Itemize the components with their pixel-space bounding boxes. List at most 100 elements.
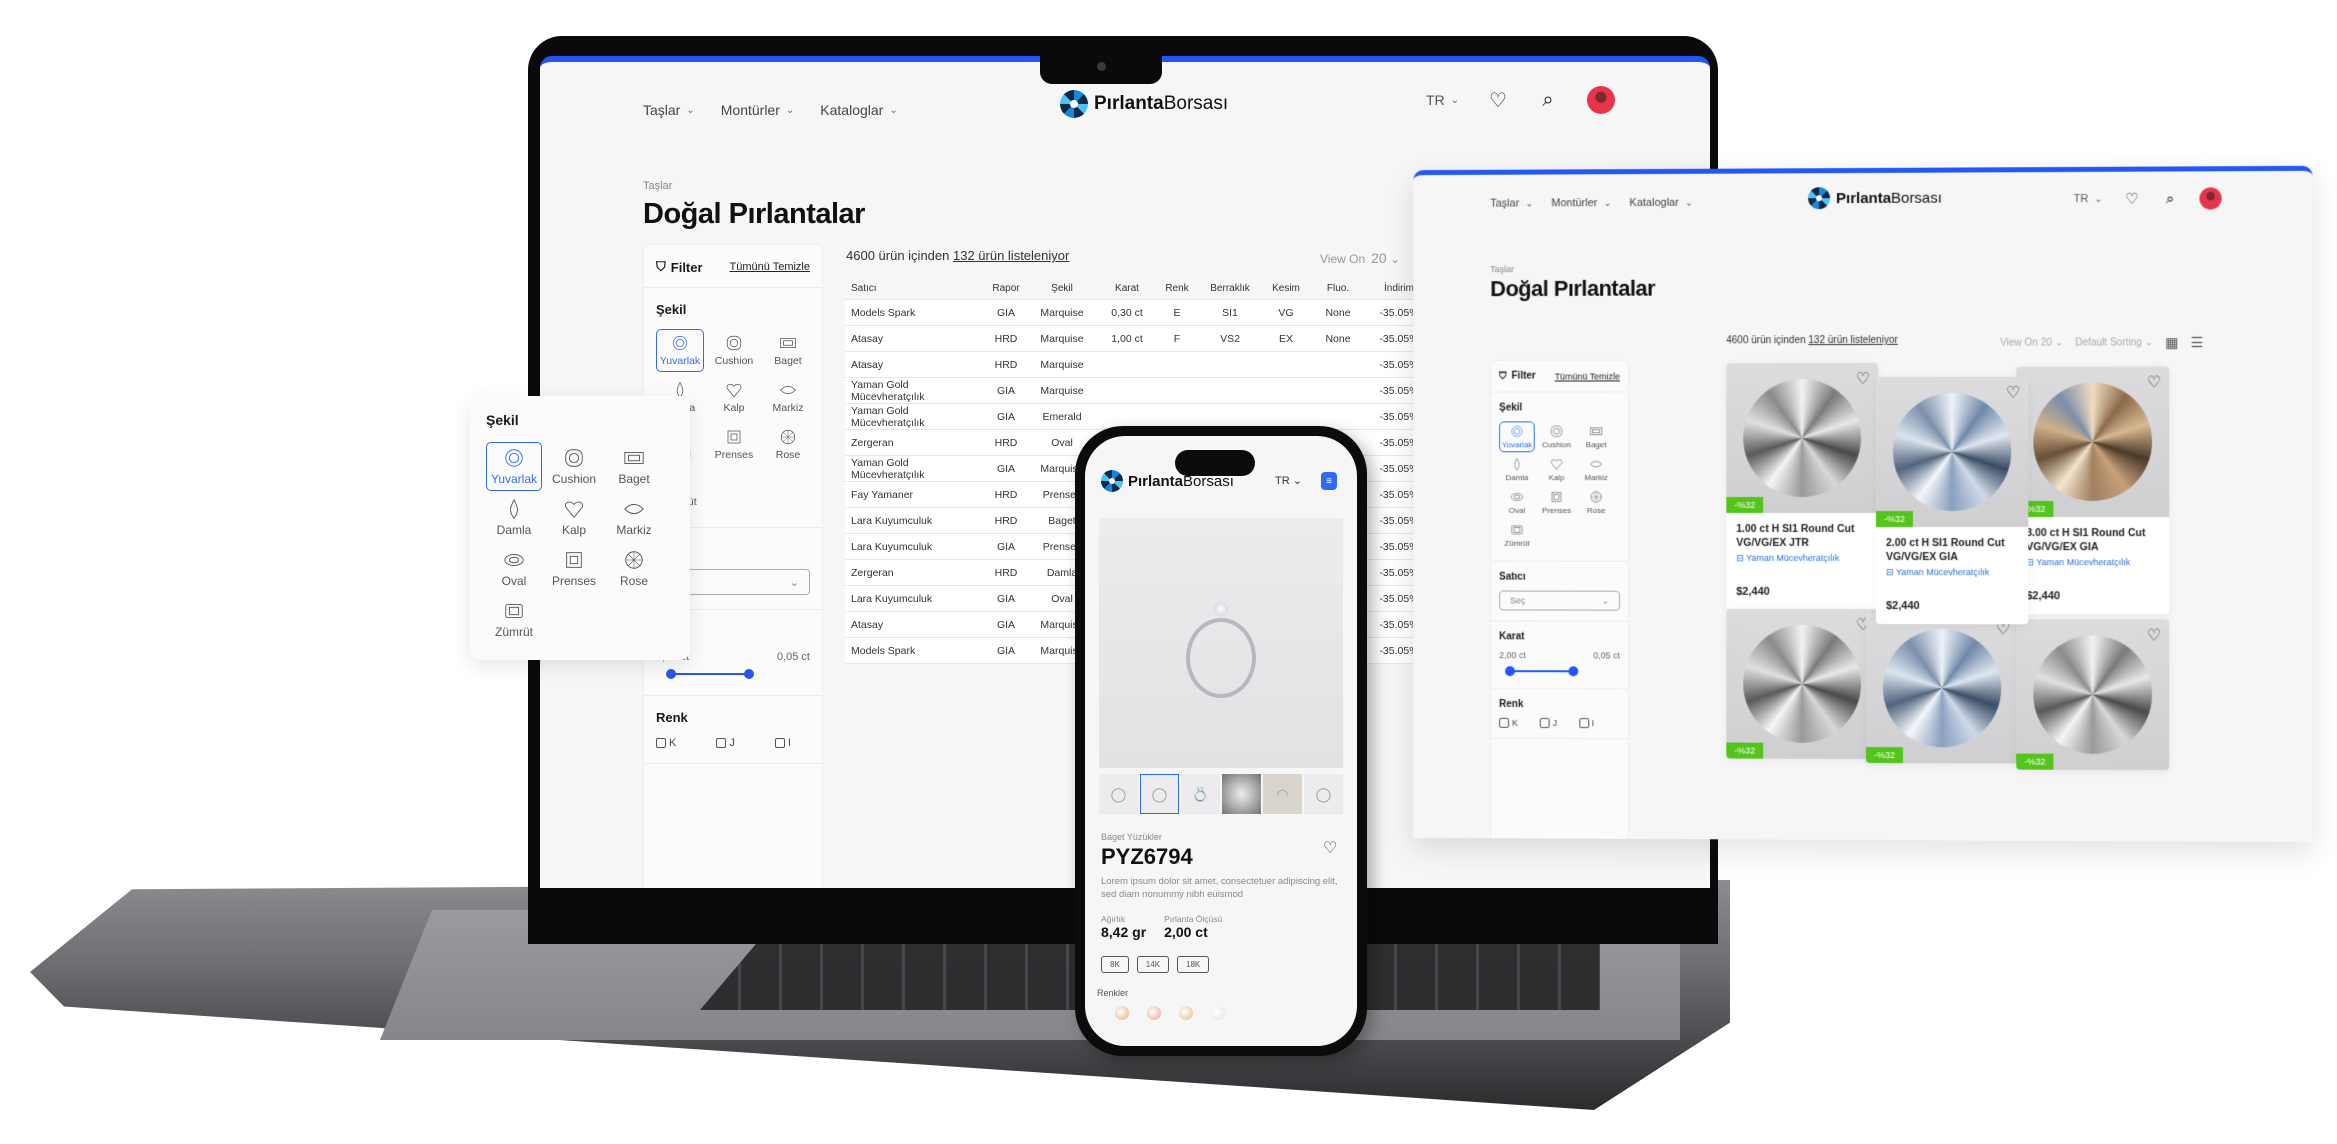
product-image[interactable]: ♡ -%32 — [1865, 613, 2019, 764]
shape-option-prenses[interactable]: Prenses — [1539, 487, 1575, 518]
nav-link-taslar[interactable]: Taşlar ⌄ — [643, 102, 695, 118]
shape-option-baget[interactable]: Baget — [764, 329, 812, 372]
product-card[interactable]: ♡ -%32 1.00 ct H SI1 Round Cut VG/VG/EX JT… — [1726, 362, 1878, 611]
brand-logo[interactable]: PırlantaBorsası — [1808, 187, 1942, 210]
product-image[interactable]: ♡ -%32 — [1875, 376, 2029, 528]
seller-select[interactable]: Seç⌄ — [1499, 590, 1620, 611]
color-checkbox[interactable]: J — [1539, 717, 1557, 728]
sorting-selector[interactable]: Default Sorting ⌄ — [2075, 337, 2153, 348]
brand-logo[interactable]: PırlantaBorsası — [1060, 90, 1228, 118]
color-checkbox[interactable]: I — [774, 737, 791, 749]
view-on-selector[interactable]: View On 20 ⌄ — [1320, 250, 1400, 266]
shape-option-yuvarlak[interactable]: Yuvarlak — [1499, 421, 1535, 453]
shape-option-cushion[interactable]: Cushion — [710, 329, 758, 372]
nav-link-monturler[interactable]: Montürler ⌄ — [721, 102, 795, 118]
product-image[interactable]: ♡ -%32 — [2016, 366, 2170, 518]
color-swatch[interactable] — [1211, 1006, 1225, 1020]
product-card[interactable]: ♡ -%32 — [2016, 619, 2170, 771]
shape-option-damla[interactable]: Damla — [1499, 454, 1535, 485]
shape-option-rose[interactable]: Rose — [764, 423, 812, 466]
result-count-link[interactable]: 132 ürün listeleniyor — [953, 248, 1069, 263]
heart-icon[interactable]: ♡ — [2147, 372, 2161, 392]
language-selector[interactable]: TR ⌄ — [2073, 193, 2102, 205]
column-header[interactable]: Karat — [1097, 283, 1157, 294]
thumbnail[interactable] — [1222, 774, 1261, 814]
shape-option-damla[interactable]: Damla — [486, 493, 542, 542]
heart-icon[interactable]: ♡ — [2123, 190, 2141, 208]
nav-link-monturler[interactable]: Montürler ⌄ — [1551, 197, 1611, 209]
heart-icon[interactable]: ♡ — [1856, 369, 1870, 389]
breadcrumb[interactable]: Taşlar — [643, 180, 672, 192]
shape-option-rose[interactable]: Rose — [1578, 487, 1614, 518]
product-main-image[interactable] — [1099, 518, 1343, 768]
heart-icon[interactable]: ♡ — [1487, 89, 1509, 112]
language-selector[interactable]: TR ⌄ — [1426, 92, 1459, 108]
column-header[interactable]: Kesim — [1263, 283, 1309, 294]
shape-option-cushion[interactable]: Cushion — [1539, 421, 1575, 452]
carat-slider-max-handle[interactable] — [744, 669, 754, 679]
clear-all-link[interactable]: Tümünü Temizle — [730, 261, 811, 273]
shape-option-baget[interactable]: Baget — [606, 442, 662, 491]
shape-option-rose[interactable]: Rose — [606, 544, 662, 593]
heart-icon[interactable]: ♡ — [2147, 626, 2161, 646]
avatar[interactable] — [2199, 187, 2222, 210]
karat-option[interactable]: 8K — [1101, 956, 1129, 973]
column-header[interactable]: Fluo. — [1309, 283, 1367, 294]
search-icon[interactable]: ⌕ — [1537, 89, 1559, 111]
color-swatch[interactable] — [1179, 1006, 1193, 1020]
shape-option-oval[interactable]: Oval — [486, 544, 542, 593]
product-image[interactable]: ♡ -%32 — [2016, 619, 2170, 771]
nav-link-kataloglar[interactable]: Kataloglar ⌄ — [1630, 197, 1694, 209]
avatar[interactable] — [1587, 86, 1615, 114]
product-card[interactable]: ♡ -%32 2.00 ct H SI1 Round Cut VG/VG/EX GI… — [1875, 376, 2029, 625]
shape-option-z-mr-t[interactable]: Zümrüt — [486, 595, 542, 644]
card-seller[interactable]: ⊟ Yaman Mücevheratçılık — [1886, 567, 2018, 578]
color-checkbox[interactable]: K — [1499, 717, 1518, 728]
shape-option-yuvarlak[interactable]: Yuvarlak — [486, 442, 542, 491]
shape-option-kalp[interactable]: Kalp — [1539, 454, 1575, 485]
carat-slider[interactable] — [656, 667, 810, 681]
list-view-icon[interactable]: ☰ — [2191, 334, 2204, 351]
column-header[interactable]: Şekil — [1027, 283, 1097, 294]
shape-option-cushion[interactable]: Cushion — [546, 442, 602, 491]
card-seller[interactable]: ⊟ Yaman Mücevheratçılık — [2026, 557, 2159, 568]
color-checkbox[interactable]: I — [1578, 718, 1594, 728]
thumbnail-selected[interactable]: ◯ — [1140, 774, 1179, 814]
breadcrumb[interactable]: Taşlar — [1490, 264, 1514, 274]
card-title[interactable]: 2.00 ct H SI1 Round Cut VG/VG/EX GIA — [1886, 537, 2018, 564]
shape-option-markiz[interactable]: Markiz — [606, 493, 662, 542]
result-count-link[interactable]: 132 ürün listeleniyor — [1808, 335, 1897, 346]
shape-option-markiz[interactable]: Markiz — [1578, 454, 1614, 485]
hamburger-menu-icon[interactable]: ≡ — [1321, 472, 1337, 490]
carat-slider[interactable] — [1499, 664, 1620, 678]
column-header[interactable]: Rapor — [985, 283, 1027, 294]
shape-option-yuvarlak[interactable]: Yuvarlak — [656, 329, 704, 372]
carat-slider-min-handle[interactable] — [1505, 666, 1515, 677]
color-swatch[interactable] — [1147, 1006, 1161, 1020]
karat-option[interactable]: 14K — [1136, 956, 1170, 973]
search-icon[interactable]: ⌕ — [2161, 190, 2179, 208]
column-header[interactable]: Berraklık — [1197, 283, 1263, 294]
brand-logo[interactable]: PırlantaBorsası — [1101, 470, 1234, 492]
view-on-selector[interactable]: View On 20 ⌄ — [2000, 338, 2063, 349]
shape-option-oval[interactable]: Oval — [1499, 487, 1535, 518]
clear-all-link[interactable]: Tümünü Temizle — [1555, 371, 1620, 381]
shape-option-prenses[interactable]: Prenses — [546, 544, 602, 593]
card-title[interactable]: 1.00 ct H SI1 Round Cut VG/VG/EX JTR — [1736, 523, 1868, 550]
thumbnail[interactable]: ◯ — [1304, 774, 1343, 814]
color-checkbox[interactable]: K — [656, 737, 676, 749]
color-checkbox[interactable]: J — [716, 737, 735, 749]
shape-option-kalp[interactable]: Kalp — [546, 493, 602, 542]
heart-icon[interactable]: ♡ — [1323, 838, 1337, 858]
column-header[interactable]: Renk — [1157, 283, 1197, 294]
card-title[interactable]: 3.00 ct H SI1 Round Cut VG/VG/EX GIA — [2026, 527, 2159, 554]
carat-slider-max-handle[interactable] — [1568, 666, 1579, 677]
product-card[interactable]: ♡ -%32 3.00 ct H SI1 Round Cut VG/VG/EX GI… — [2016, 366, 2170, 615]
shape-option-prenses[interactable]: Prenses — [710, 423, 758, 466]
product-card[interactable]: ♡ -%32 — [1726, 608, 1878, 760]
column-header[interactable]: Satıcı — [845, 283, 985, 294]
product-image[interactable]: ♡ -%32 — [1726, 608, 1878, 760]
shape-option-markiz[interactable]: Markiz — [764, 376, 812, 419]
thumbnail[interactable]: 💍 — [1181, 774, 1220, 814]
language-selector[interactable]: TR ⌄ — [1275, 474, 1302, 487]
